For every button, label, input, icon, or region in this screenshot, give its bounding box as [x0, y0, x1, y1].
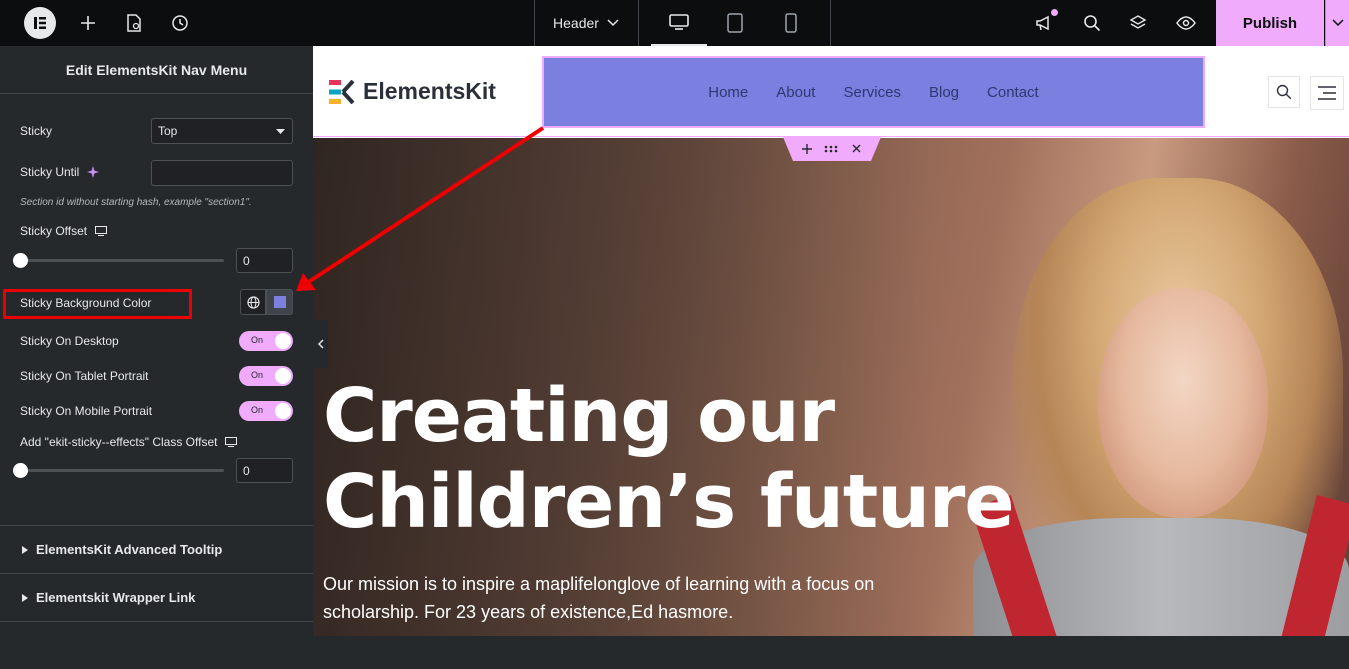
mobile-view-icon[interactable] [763, 0, 819, 46]
hero-title-line-2: Children’s future [323, 459, 1015, 545]
sticky-tablet-label: Sticky On Tablet Portrait [20, 369, 149, 383]
panel-divider [0, 621, 313, 669]
class-offset-label: Add "ekit-sticky--effects" Class Offset [20, 435, 238, 449]
responsive-desktop-icon[interactable] [95, 226, 108, 236]
toggle-state: On [251, 370, 264, 380]
layers-icon[interactable] [1120, 0, 1156, 46]
nav-menu[interactable]: Home About Services Blog Contact [542, 56, 1205, 128]
class-offset-input[interactable]: 0 [236, 458, 293, 483]
section-title: Elementskit Wrapper Link [36, 590, 196, 605]
sticky-select-value: Top [158, 124, 178, 138]
section-title: ElementsKit Advanced Tooltip [36, 542, 223, 557]
site-header: ElementsKit Home About Services Blog Con… [313, 46, 1349, 137]
editor-topbar: Header Publish [0, 0, 1349, 46]
sticky-desktop-label: Sticky On Desktop [20, 334, 119, 348]
sticky-until-help: Section id without starting hash, exampl… [20, 197, 252, 208]
panel-title: Edit ElementsKit Nav Menu [0, 46, 313, 94]
collapse-panel-button[interactable] [313, 320, 328, 368]
sticky-until-label: Sticky Until [20, 165, 100, 179]
section-advanced-tooltip[interactable]: ElementsKit Advanced Tooltip [0, 525, 313, 573]
caret-down-icon [276, 129, 285, 134]
globe-icon [246, 295, 260, 309]
nav-item-services[interactable]: Services [843, 84, 901, 101]
sticky-offset-label: Sticky Offset [20, 224, 108, 238]
sticky-offset-slider[interactable] [20, 259, 224, 262]
sticky-tablet-toggle[interactable]: On [239, 366, 293, 386]
sticky-mobile-toggle[interactable]: On [239, 401, 293, 421]
chevron-down-icon [1331, 19, 1344, 27]
class-offset-slider-handle[interactable] [13, 463, 28, 478]
sticky-offset-text: Sticky Offset [20, 224, 88, 238]
caret-right-icon [22, 545, 28, 554]
elementor-logo-icon[interactable] [24, 7, 56, 39]
preview-eye-icon[interactable] [1168, 0, 1204, 46]
chevron-down-icon [607, 19, 619, 27]
sticky-select[interactable]: Top [151, 118, 293, 144]
page-settings-icon[interactable] [116, 0, 152, 46]
publish-label: Publish [1242, 14, 1298, 32]
nav-item-about[interactable]: About [776, 84, 815, 101]
search-icon[interactable] [1074, 0, 1110, 46]
section-wrapper-link[interactable]: Elementskit Wrapper Link [0, 573, 313, 621]
notification-dot [1051, 9, 1058, 16]
class-offset-slider[interactable] [20, 469, 224, 472]
site-menu-button[interactable] [1310, 76, 1344, 110]
add-element-icon[interactable] [70, 0, 106, 46]
hero-title-line-1: Creating our [323, 373, 835, 459]
sticky-offset-input[interactable]: 0 [236, 248, 293, 273]
caret-right-icon [22, 593, 28, 602]
publish-options-button[interactable] [1325, 0, 1349, 46]
hero-title: Creating our Children’s future [323, 373, 1015, 545]
highlight-box [3, 289, 192, 319]
template-select[interactable]: Header [536, 0, 636, 46]
hamburger-icon [1318, 86, 1336, 100]
preview-canvas: ElementsKit Home About Services Blog Con… [313, 46, 1349, 636]
color-swatch [273, 296, 286, 308]
class-offset-text: Add "ekit-sticky--effects" Class Offset [20, 435, 218, 449]
toggle-state: On [251, 405, 264, 415]
settings-panel: Edit ElementsKit Nav Menu Sticky Top Sti… [0, 46, 313, 636]
search-icon [1276, 84, 1292, 100]
hero-description: Our mission is to inspire a maplifelongl… [323, 574, 875, 622]
responsive-desktop-icon[interactable] [225, 437, 238, 447]
ai-sparkle-icon[interactable] [87, 166, 100, 178]
publish-button[interactable]: Publish [1216, 0, 1324, 46]
toggle-state: On [251, 335, 264, 345]
nav-item-contact[interactable]: Contact [987, 84, 1039, 101]
nav-item-home[interactable]: Home [708, 84, 748, 101]
color-picker-button[interactable] [266, 289, 293, 315]
sticky-desktop-toggle[interactable]: On [239, 331, 293, 351]
chevron-left-icon [317, 339, 324, 349]
sticky-offset-slider-handle[interactable] [13, 253, 28, 268]
site-logo[interactable]: ElementsKit [329, 78, 496, 105]
sticky-until-input[interactable] [151, 160, 293, 186]
site-search-button[interactable] [1268, 76, 1300, 108]
announcements-icon[interactable] [1026, 0, 1062, 46]
elementskit-logo-icon [329, 79, 355, 104]
history-icon[interactable] [162, 0, 198, 46]
sticky-offset-value: 0 [243, 253, 250, 268]
class-offset-value: 0 [243, 463, 250, 478]
tablet-view-icon[interactable] [707, 0, 763, 46]
site-logo-text: ElementsKit [363, 78, 496, 104]
sticky-mobile-label: Sticky On Mobile Portrait [20, 404, 153, 418]
sticky-until-text: Sticky Until [20, 165, 80, 179]
desktop-view-icon[interactable] [651, 0, 707, 46]
sticky-label: Sticky [20, 124, 53, 138]
template-select-label: Header [553, 15, 599, 31]
hero-section: Creating our Children’s future Our missi… [313, 138, 1349, 636]
global-colors-button[interactable] [240, 289, 266, 315]
nav-item-blog[interactable]: Blog [929, 84, 959, 101]
section-handle[interactable] [783, 137, 881, 161]
